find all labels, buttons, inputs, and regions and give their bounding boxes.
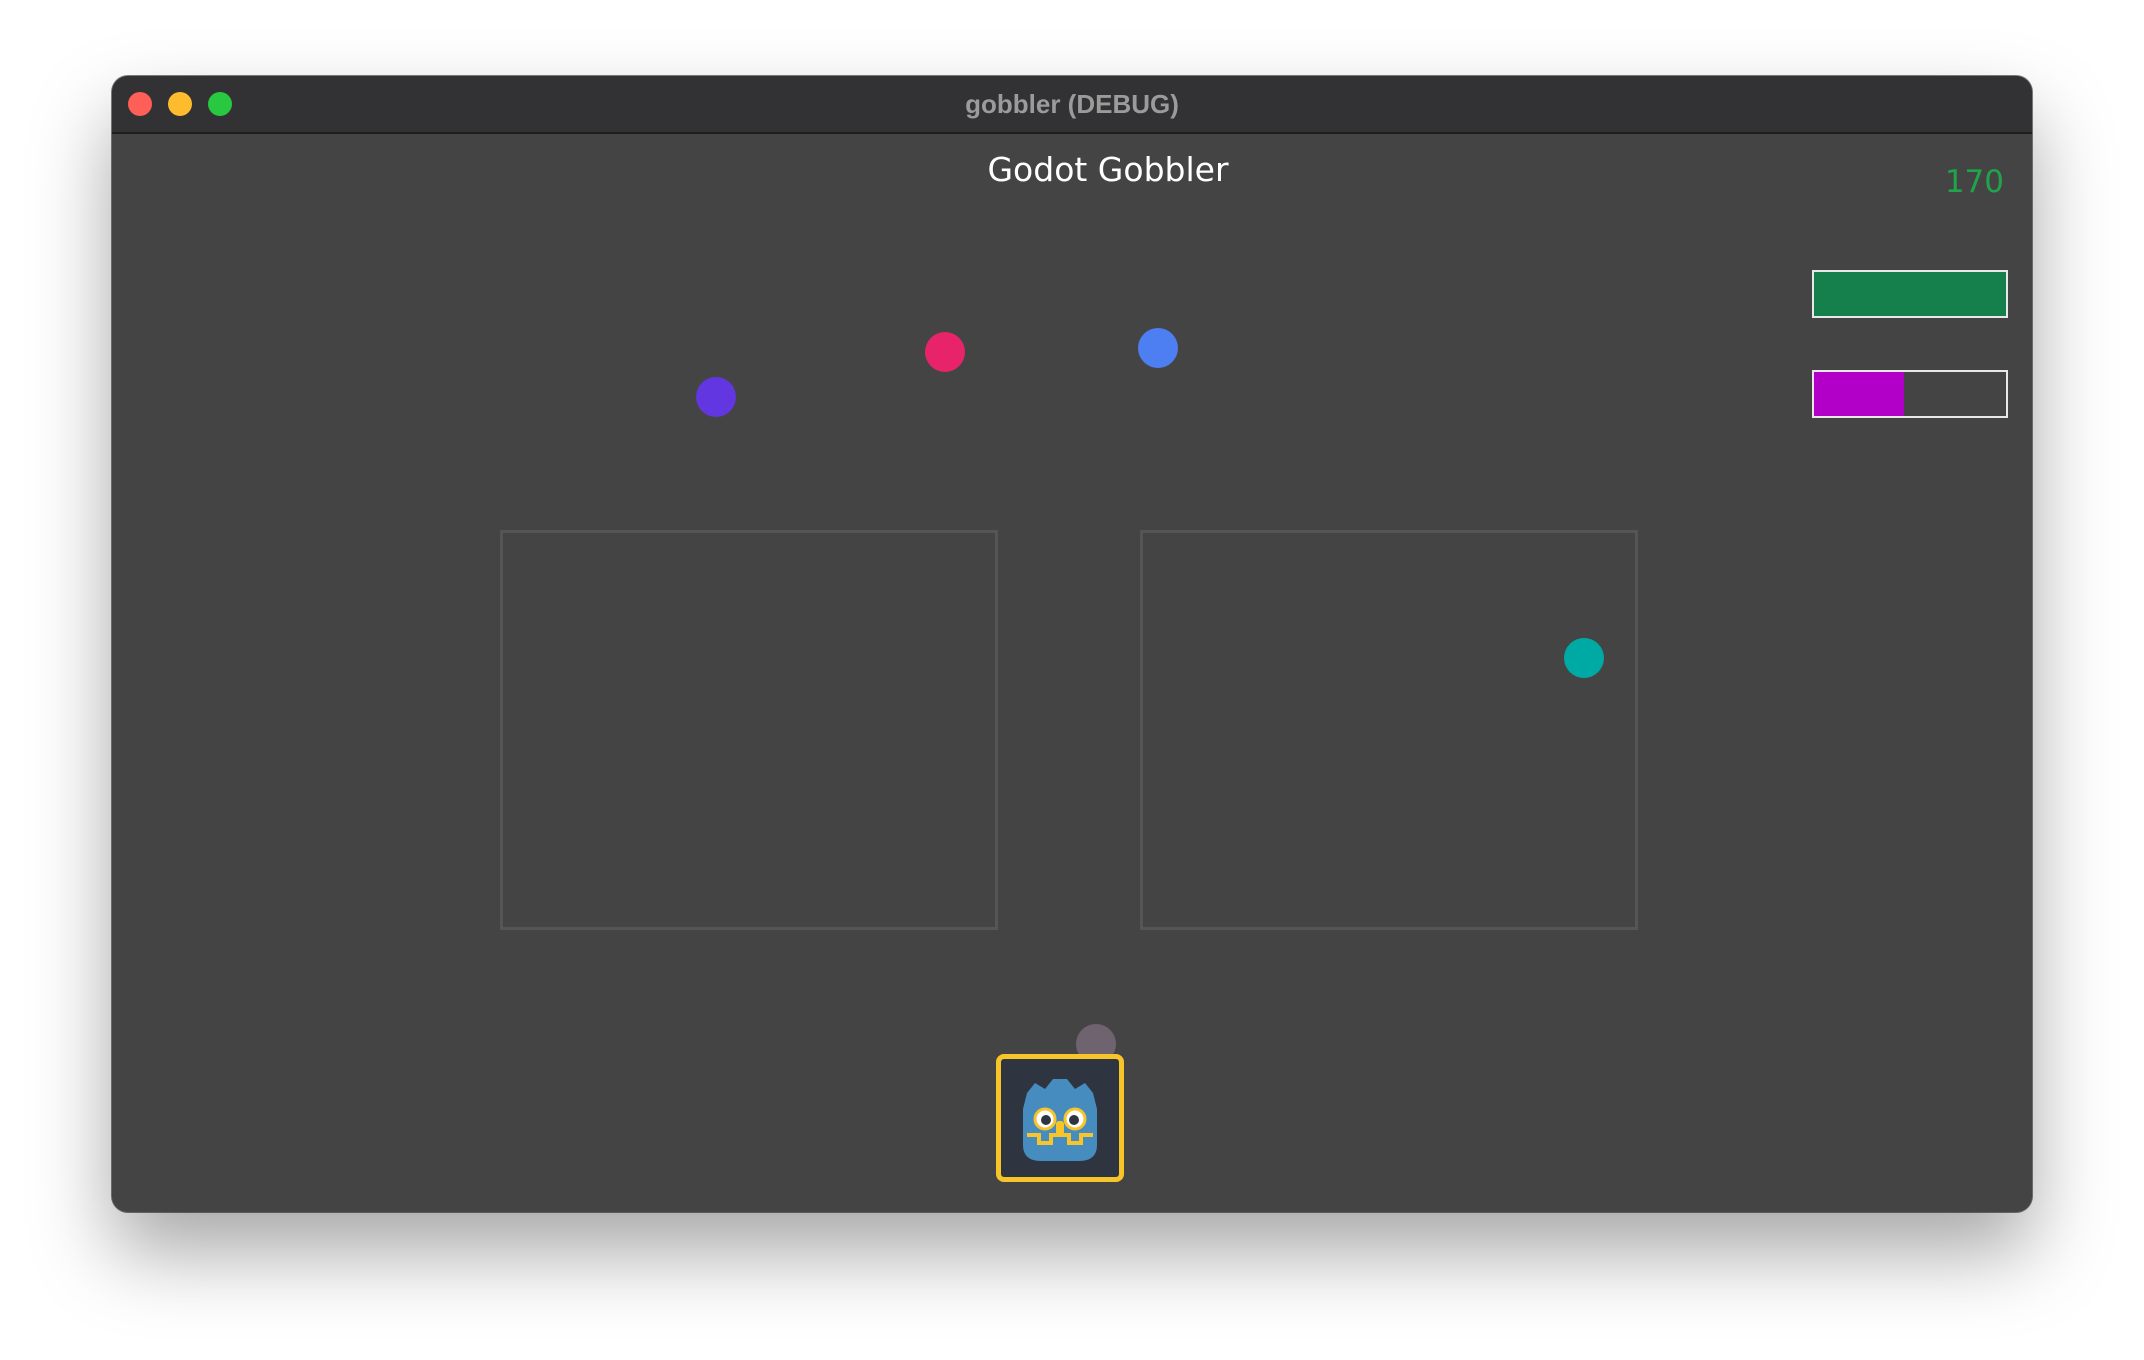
teal-orb	[1564, 638, 1604, 678]
score-label: 170	[1944, 164, 2004, 200]
godot-robot-icon	[1023, 1079, 1097, 1161]
magenta-bar	[1812, 370, 2008, 418]
game-window: gobbler (DEBUG) Godot Gobbler 170	[112, 76, 2032, 1212]
left-zone	[500, 530, 998, 930]
game-viewport[interactable]: Godot Gobbler 170	[112, 134, 2032, 1212]
window-title: gobbler (DEBUG)	[965, 89, 1179, 119]
magenta-bar-fill	[1814, 372, 1905, 416]
green-bar	[1812, 270, 2008, 318]
title-bar: gobbler (DEBUG)	[112, 76, 2032, 134]
right-zone	[1140, 530, 1638, 930]
green-bar-fill	[1814, 272, 2006, 316]
player-godot-robot[interactable]	[996, 1054, 1124, 1182]
pink-orb	[925, 332, 965, 372]
game-title: Godot Gobbler	[987, 150, 1229, 189]
purple-orb	[696, 377, 736, 417]
blue-orb	[1138, 328, 1178, 368]
